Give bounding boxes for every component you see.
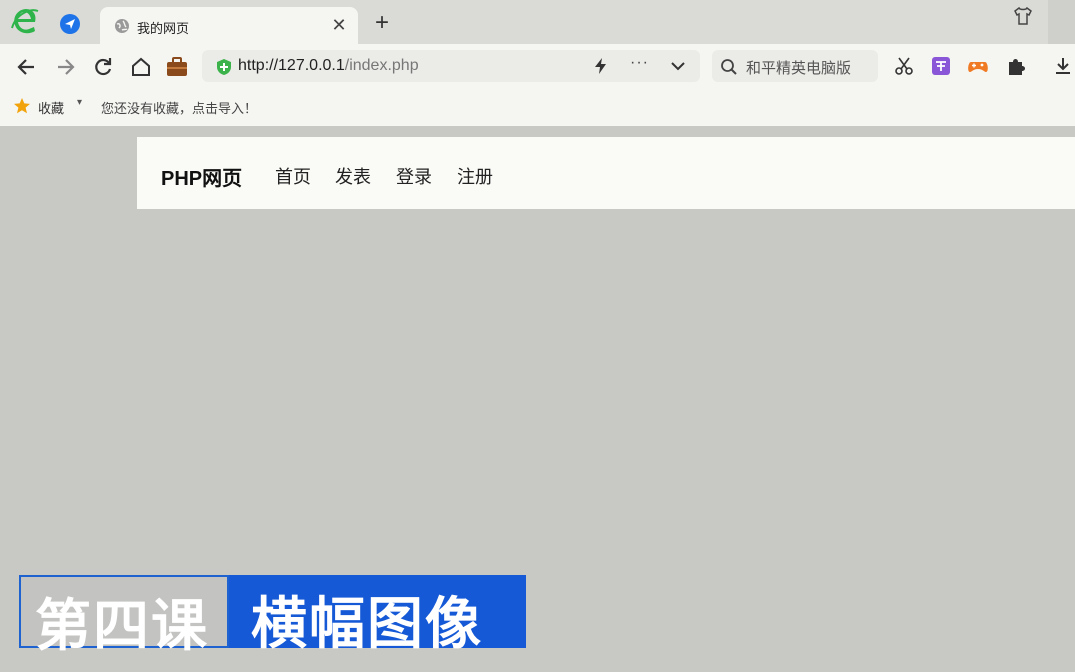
url-text[interactable]: http://127.0.0.1/index.php [238, 57, 419, 75]
url-path: /index.php [344, 57, 419, 74]
caret-down-icon[interactable]: ▾ [77, 97, 82, 108]
toolbox-icon[interactable] [164, 54, 190, 80]
bolt-icon[interactable] [592, 57, 610, 75]
bookmarks-bar: 收藏 ▾ 您还没有收藏，点击导入！ [0, 88, 1075, 126]
forward-icon[interactable] [52, 54, 78, 80]
toolbar: http://127.0.0.1/index.php ··· 和平精英电脑版 [0, 44, 1075, 88]
close-tab-icon[interactable]: ✕ [328, 14, 350, 36]
nav-link-post[interactable]: 发表 [335, 163, 371, 189]
tab-bar: 我的网页 ✕ + [0, 0, 1075, 44]
home-icon[interactable] [128, 54, 154, 80]
active-tab[interactable]: 我的网页 ✕ [100, 7, 358, 44]
nav-link-login[interactable]: 登录 [396, 163, 432, 189]
pinned-tab-icon[interactable] [58, 12, 82, 36]
nav-link-home[interactable]: 首页 [275, 163, 311, 189]
lesson-banner: 第四课 横幅图像 [19, 575, 526, 659]
gamepad-icon[interactable] [967, 55, 989, 77]
tab-title: 我的网页 [137, 21, 190, 36]
address-bar[interactable]: http://127.0.0.1/index.php ··· [202, 50, 700, 82]
search-placeholder: 和平精英电脑版 [746, 60, 852, 77]
window-controls[interactable] [1048, 0, 1075, 44]
shield-icon [217, 59, 231, 75]
nav-link-register[interactable]: 注册 [457, 163, 493, 189]
browser-logo-icon[interactable] [10, 6, 40, 36]
site-brand[interactable]: PHP网页 [161, 162, 242, 191]
search-box[interactable]: 和平精英电脑版 [712, 50, 878, 82]
new-tab-button[interactable]: + [370, 11, 394, 36]
lesson-number-text: 第四课 [35, 594, 209, 659]
lesson-number: 第四课 [19, 575, 229, 659]
star-icon[interactable] [13, 97, 31, 115]
skin-icon[interactable] [1012, 6, 1034, 26]
translate-icon[interactable] [930, 55, 952, 77]
back-icon[interactable] [14, 54, 40, 80]
more-icon[interactable]: ··· [630, 54, 649, 72]
download-icon[interactable] [1052, 55, 1074, 77]
import-bookmarks-link[interactable]: 您还没有收藏，点击导入！ [101, 98, 257, 117]
url-host: http://127.0.0.1 [238, 57, 345, 74]
scissors-icon[interactable] [893, 55, 915, 77]
bookmarks-label[interactable]: 收藏 [38, 98, 64, 117]
extensions-icon[interactable] [1005, 55, 1027, 77]
lesson-title-text: 横幅图像 [251, 592, 483, 657]
chevron-down-icon[interactable] [670, 58, 686, 74]
lesson-title: 横幅图像 [229, 575, 526, 657]
site-navbar: PHP网页 首页 发表 登录 注册 [137, 137, 1075, 209]
refresh-icon[interactable] [90, 54, 116, 80]
search-icon [721, 59, 737, 75]
globe-icon [115, 19, 129, 33]
